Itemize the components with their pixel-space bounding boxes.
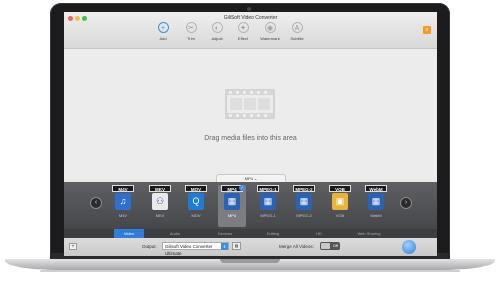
scissors-icon: ✂ [185, 22, 197, 33]
selected-check-icon: ✓ [239, 185, 245, 191]
format-name: MPEG-1 [260, 213, 276, 218]
itunes-icon: ♫ [115, 193, 131, 210]
film-strip-icon [225, 89, 275, 119]
format-name: M4V [118, 213, 128, 218]
format-badge: WebM [365, 185, 387, 192]
adjust-icon: ◐ [211, 22, 223, 33]
drop-hint: Drag media files into this area [204, 135, 297, 142]
add-output-button[interactable]: + [69, 243, 77, 250]
chevron-updown-icon: ⇕ [221, 243, 228, 250]
format-name: MKV [155, 213, 165, 218]
format-name: MP4 [227, 213, 237, 218]
effect-button[interactable]: ✦ Effect [228, 22, 258, 41]
merge-label: Merge All Videos: [279, 244, 314, 249]
register-icon[interactable]: ≡ [423, 26, 431, 34]
subtitle-button[interactable]: A Subtitle [282, 22, 312, 41]
output-value: Gilisoft Video Converter Ultimate [165, 244, 213, 256]
subtitle-label: Subtitle [290, 36, 304, 41]
tab-devices[interactable]: Devices [210, 229, 240, 238]
app-window: GiliSoft Video Converter + Add ✂ Trim ◐ … [64, 12, 437, 256]
chevron-down-icon: ⌄ [254, 176, 258, 181]
tab-web-sharing[interactable]: Web Sharing [349, 229, 389, 238]
add-label: Add [159, 36, 167, 41]
format-name: WebM [370, 213, 382, 218]
video-file-icon: ▦ [260, 193, 276, 210]
video-file-icon: ▦ [224, 193, 240, 210]
format-m4v[interactable]: M4V ♫ M4V [109, 185, 137, 218]
vob-file-icon: ▣ [332, 193, 348, 210]
subtitle-icon: A [291, 22, 303, 33]
effect-label: Effect [237, 36, 249, 41]
format-badge: MPEG-2 [293, 185, 315, 192]
tab-hd[interactable]: HD [304, 229, 334, 238]
format-badge: M4V [112, 185, 134, 192]
previous-format-button[interactable]: ‹ [90, 197, 102, 209]
output-folder-button[interactable]: ▤ [232, 242, 241, 250]
toggle-knob [321, 243, 330, 249]
watermark-button[interactable]: ◉ Watermark [255, 22, 285, 41]
video-file-icon: ▦ [296, 193, 312, 210]
laptop-notch [220, 259, 280, 263]
format-vob[interactable]: VOB ▣ VOB [326, 185, 354, 218]
camera-icon [247, 7, 251, 11]
format-name: VOB [335, 213, 345, 218]
format-badge: MKV [149, 185, 171, 192]
quicktime-icon: Q [188, 193, 204, 210]
output-label: Output: [142, 244, 157, 249]
output-select[interactable]: Gilisoft Video Converter Ultimate ⇕ [162, 242, 229, 256]
format-mkv[interactable]: MKV ⚇ MKV [146, 185, 174, 218]
format-name: MOV [191, 213, 201, 218]
watermark-label: Watermark [260, 36, 280, 41]
format-webm[interactable]: WebM ▦ WebM [362, 185, 390, 218]
format-mp4[interactable]: MP4 ✓ ▦ MP4 [218, 185, 246, 227]
format-badge: VOB [329, 185, 351, 192]
tab-editing[interactable]: Editing [258, 229, 288, 238]
bottom-bar: + Output: Gilisoft Video Converter Ultim… [64, 238, 437, 256]
toolbar: GiliSoft Video Converter + Add ✂ Trim ◐ … [64, 12, 437, 49]
current-format-label: MP4 [244, 176, 253, 181]
format-mov[interactable]: MOV Q MOV [182, 185, 210, 218]
format-badge: MPEG-1 [257, 185, 279, 192]
window-title: GiliSoft Video Converter [223, 15, 278, 21]
plus-circle-icon: + [157, 22, 169, 33]
mkv-icon: ⚇ [152, 193, 168, 210]
next-format-button[interactable]: › [400, 197, 412, 209]
watermark-icon: ◉ [264, 22, 276, 33]
tab-video[interactable]: Video [114, 229, 144, 238]
format-bar: ‹ M4V ♫ M4V MKV ⚇ MKV MOV Q MOV MP4 ✓ ▦ … [64, 182, 437, 229]
video-file-icon: ▦ [368, 193, 384, 210]
format-name: MPEG-2 [296, 213, 312, 218]
convert-button[interactable] [402, 240, 416, 254]
drop-area[interactable]: Drag media files into this area [64, 49, 437, 180]
format-mpeg2[interactable]: MPEG-2 ▦ MPEG-2 [290, 185, 318, 218]
tab-audio[interactable]: Audio [160, 229, 190, 238]
category-tabs: Video Audio Devices Editing HD Web Shari… [64, 229, 437, 238]
effect-icon: ✦ [237, 22, 249, 33]
toggle-state: Off [332, 243, 338, 248]
merge-toggle[interactable]: Off [320, 242, 340, 250]
laptop-shadow [40, 270, 460, 272]
format-badge: MOV [185, 185, 207, 192]
add-button[interactable]: + Add [148, 22, 178, 41]
format-mpeg1[interactable]: MPEG-1 ▦ MPEG-1 [254, 185, 282, 218]
